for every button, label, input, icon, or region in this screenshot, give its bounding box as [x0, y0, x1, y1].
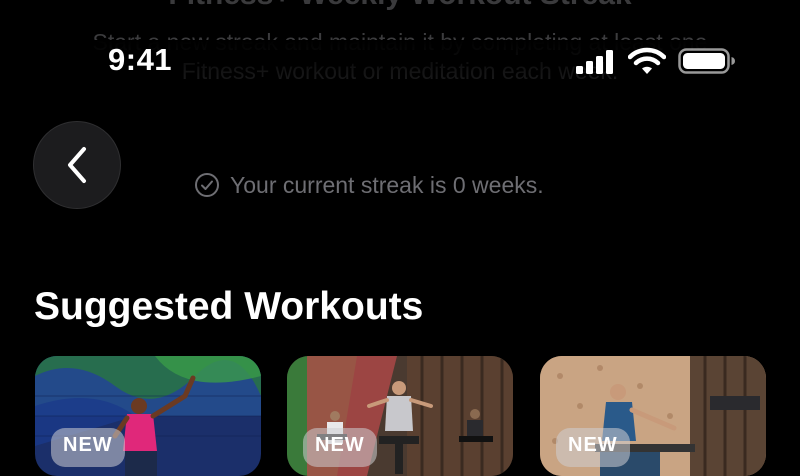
section-title: Suggested Workouts [34, 285, 424, 328]
workout-card-rowing[interactable]: NEW [540, 356, 766, 476]
workout-card-cycling[interactable]: NEW [287, 356, 513, 476]
chevron-left-icon [68, 147, 86, 183]
status-time: 9:41 [108, 42, 173, 77]
new-badge: NEW [556, 428, 630, 467]
new-badge: NEW [51, 428, 125, 467]
workout-card-dance[interactable]: NEW [35, 356, 261, 476]
streak-title: Fitness+ Weekly Workout Streak [90, 0, 710, 12]
new-badge: NEW [303, 428, 377, 467]
streak-status: Your current streak is 0 weeks. [194, 170, 544, 200]
back-button[interactable] [33, 121, 121, 209]
cellular-signal-icon [576, 50, 613, 74]
streak-status-text: Your current streak is 0 weeks. [230, 171, 544, 198]
checkmark-circle-icon [195, 173, 219, 197]
wifi-icon [628, 47, 666, 74]
battery-icon [678, 48, 735, 74]
